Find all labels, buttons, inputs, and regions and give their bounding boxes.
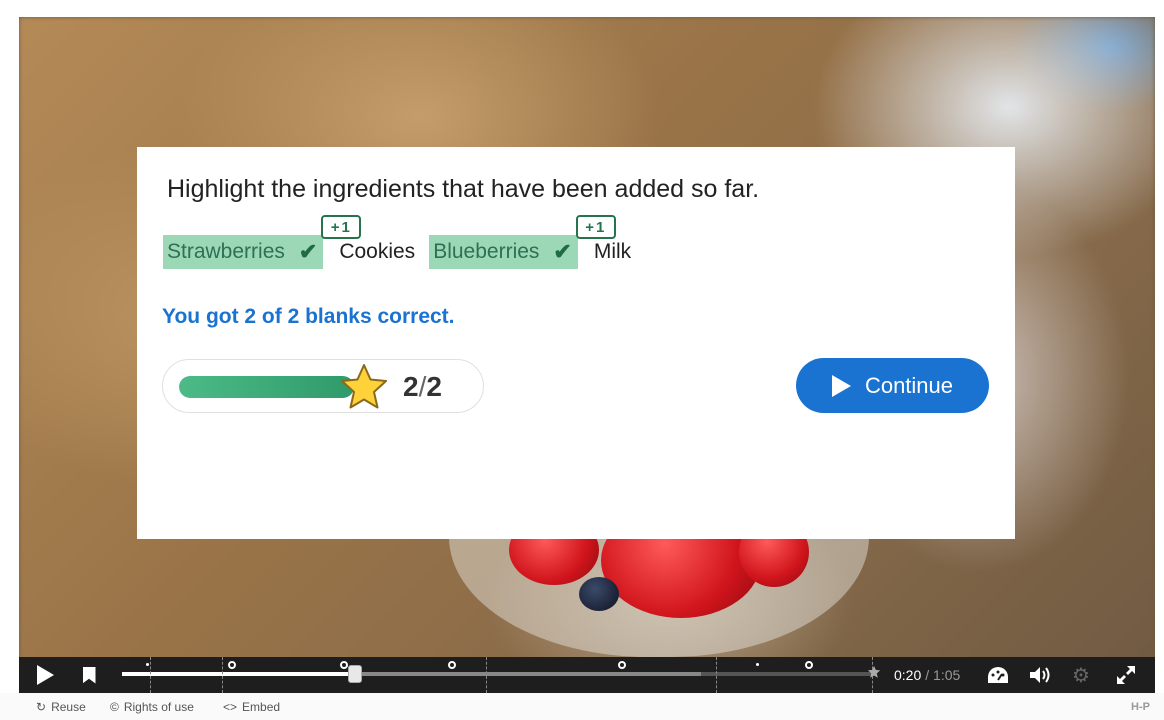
seek-tick [222,657,223,693]
time-display: 0:20 / 1:05 [894,657,960,693]
score-current: 2 [403,371,419,402]
star-icon [341,364,387,409]
seek-marker[interactable] [448,661,456,669]
word-cookies[interactable]: Cookies [335,235,419,269]
fullscreen-icon [1117,666,1135,684]
copyright-icon: © [110,699,119,714]
seek-tick [486,657,487,693]
fullscreen-button[interactable] [1113,657,1139,693]
play-icon [831,374,851,397]
star-marker-icon [867,665,881,678]
video-controls: 0:20 / 1:05 ⚙ [19,657,1155,693]
seek-bar[interactable] [122,657,881,693]
time-total-wrapper: / 1:05 [925,667,960,683]
word-list: Strawberries ✔ +1 Cookies Blueberries ✔ … [163,215,645,269]
check-icon: ✔ [298,239,318,264]
speedometer-icon [988,667,1008,683]
reuse-label: Reuse [51,699,86,714]
seek-marker[interactable] [618,661,626,669]
time-total: 1:05 [933,667,961,683]
seek-tick [716,657,717,693]
bookmarks-button[interactable] [79,657,99,693]
continue-label: Continue [864,372,954,398]
refresh-icon: ↻ [36,699,47,714]
code-icon: <> [223,699,238,714]
interaction-card: Highlight the ingredients that have been… [137,147,1015,539]
rights-link[interactable]: © Rights of use [110,693,194,720]
word-blueberries[interactable]: Blueberries ✔ +1 [429,215,616,269]
word-label: Cookies [339,240,416,263]
volume-icon [1030,667,1050,683]
bookmark-icon [82,666,96,684]
play-button[interactable] [31,657,59,693]
seek-marker[interactable] [805,661,813,669]
time-current: 0:20 [894,667,922,683]
word-strawberries[interactable]: Strawberries ✔ +1 [163,215,362,269]
score-text: 2/2 [403,371,442,403]
volume-button[interactable] [1027,657,1053,693]
progress-fill [179,376,354,398]
score-max: 2 [426,371,442,402]
video-frame: Highlight the ingredients that have been… [19,17,1155,693]
reuse-link[interactable]: ↻ Reuse [36,693,86,720]
question-text: Highlight the ingredients that have been… [167,175,760,203]
seek-played [122,672,356,676]
settings-button[interactable]: ⚙ [1069,657,1093,693]
embed-link[interactable]: <> Embed [223,693,280,720]
seek-dot [756,663,759,666]
time-separator: / [925,667,930,683]
seek-dot [146,663,149,666]
seek-marker[interactable] [340,661,348,669]
word-label: Blueberries [433,240,540,263]
rights-label: Rights of use [123,699,194,714]
check-icon: ✔ [553,239,572,264]
gear-icon: ⚙ [1072,664,1090,687]
continue-button[interactable]: Continue [796,358,989,413]
progress-track [179,376,354,398]
feedback-text: You got 2 of 2 blanks correct. [162,305,455,328]
seek-marker[interactable] [228,661,236,669]
h5p-logo[interactable]: H-P [1131,693,1150,720]
seek-handle[interactable] [348,665,363,683]
seek-tick [150,657,151,693]
word-label: Strawberries [167,240,285,263]
h5p-footer: ↻ Reuse © Rights of use <> Embed H-P [0,693,1164,720]
blueberry-image [579,577,619,611]
word-milk[interactable]: Milk [590,235,635,269]
score-bar: 2/2 [162,359,484,413]
embed-label: Embed [242,699,281,714]
word-label: Milk [593,240,632,263]
play-icon [36,665,54,685]
playback-rate-button[interactable] [985,657,1011,693]
